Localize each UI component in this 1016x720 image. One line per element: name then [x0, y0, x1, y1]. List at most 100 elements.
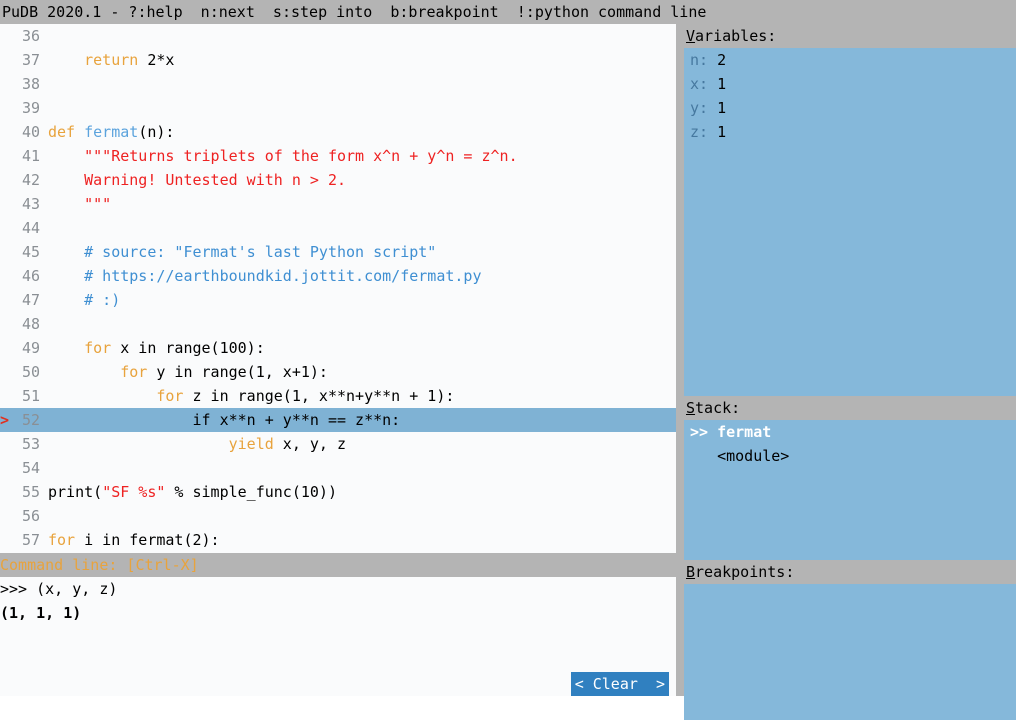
code-line[interactable]: 40 def fermat(n): — [0, 120, 676, 144]
code-text: print("SF %s" % simple_func(10)) — [40, 480, 337, 504]
stack-frame[interactable]: <module> — [684, 444, 1016, 468]
variable-name: n: — [690, 51, 709, 69]
code-line[interactable]: 57 for i in fermat(2): — [0, 528, 676, 552]
line-number: 56 — [21, 507, 40, 525]
line-number: 49 — [21, 339, 40, 357]
code-line[interactable]: 46 # https://earthboundkid.jottit.com/fe… — [0, 264, 676, 288]
stack-frame-marker-icon — [690, 447, 717, 465]
code-line[interactable]: 38 — [0, 72, 676, 96]
code-token-kw: yield — [228, 435, 274, 453]
variables-section-header: Variables: — [684, 24, 1016, 48]
line-number: 54 — [21, 459, 40, 477]
code-line[interactable]: 37 return 2*x — [0, 48, 676, 72]
stack-header-label: tack: — [695, 399, 741, 417]
code-line[interactable]: 51 for z in range(1, x**n+y**n + 1): — [0, 384, 676, 408]
code-token-plain: 2*x — [138, 51, 175, 69]
gutter-spacer — [0, 192, 14, 216]
code-line[interactable]: 36 — [0, 24, 676, 48]
stack-frame-label: fermat — [717, 423, 772, 441]
breakpoints-list[interactable] — [684, 584, 1016, 720]
gutter-spacer — [0, 72, 14, 96]
gutter-spacer — [0, 48, 14, 72]
code-text: yield x, y, z — [40, 432, 346, 456]
line-number: 40 — [21, 123, 40, 141]
code-token-comment: # source: "Fermat's last Python script" — [84, 243, 437, 261]
gutter-spacer — [0, 144, 14, 168]
stack-list[interactable]: >> fermat <module> — [684, 420, 1016, 560]
title-bar: PuDB 2020.1 - ?:help n:next s:step into … — [0, 0, 1016, 24]
code-line[interactable]: 54 — [0, 456, 676, 480]
panel-divider — [676, 24, 684, 696]
code-line[interactable]: 44 — [0, 216, 676, 240]
breakpoints-header-label: reakpoints: — [695, 563, 795, 581]
variable-name: y: — [690, 99, 709, 117]
line-number: 39 — [21, 99, 40, 117]
code-text: for y in range(1, x+1): — [40, 360, 328, 384]
gutter-spacer — [0, 456, 14, 480]
code-line[interactable]: 55 print("SF %s" % simple_func(10)) — [0, 480, 676, 504]
code-line[interactable]: 48 — [0, 312, 676, 336]
variable-row[interactable]: n: 2 — [684, 48, 1016, 72]
line-number: 53 — [21, 435, 40, 453]
code-text: if x**n + y**n == z**n: — [40, 408, 400, 432]
code-token-kw: return — [84, 51, 139, 69]
variable-row[interactable]: x: 1 — [684, 72, 1016, 96]
code-line[interactable]: 56 — [0, 504, 676, 528]
line-number: 43 — [21, 195, 40, 213]
code-line[interactable]: 42 Warning! Untested with n > 2. — [0, 168, 676, 192]
clear-button[interactable]: < Clear > — [570, 672, 669, 696]
gutter-spacer — [0, 504, 14, 528]
left-column: 36 37 return 2*x 38 39 40 def fermat(n): … — [0, 24, 676, 696]
code-token-plain: % simple_func(10)) — [165, 483, 337, 501]
code-text: # :) — [40, 288, 120, 312]
code-token-kw: for — [48, 531, 76, 549]
code-token-str: "SF %s" — [102, 483, 166, 501]
code-text: for i in fermat(2): — [40, 528, 220, 552]
variables-list[interactable]: n: 2 x: 1 y: 1 z: 1 — [684, 48, 1016, 396]
code-text: Warning! Untested with n > 2. — [40, 168, 346, 192]
code-line[interactable]: 49 for x in range(100): — [0, 336, 676, 360]
variable-row[interactable]: z: 1 — [684, 120, 1016, 144]
code-token-comment: # :) — [84, 291, 121, 309]
line-number: 42 — [21, 171, 40, 189]
code-token-plain: x in range(100): — [111, 339, 265, 357]
code-line-current[interactable]: >52 if x**n + y**n == z**n: — [0, 408, 676, 432]
code-line[interactable]: 41 """Returns triplets of the form x^n +… — [0, 144, 676, 168]
variable-name: z: — [690, 123, 709, 141]
command-line-panel[interactable]: >>> (x, y, z)(1, 1, 1) >>> < Clear > — [0, 577, 676, 696]
line-number: 46 — [21, 267, 40, 285]
sidebar: Variables: n: 2 x: 1 y: 1 z: 1 Stack: >> fe… — [684, 24, 1016, 720]
code-token-plain: z in range(1, x**n+y**n + 1): — [183, 387, 455, 405]
gutter-spacer — [0, 480, 14, 504]
line-number: 44 — [21, 219, 40, 237]
code-line[interactable]: 47 # :) — [0, 288, 676, 312]
code-line[interactable]: 50 for y in range(1, x+1): — [0, 360, 676, 384]
code-text: for x in range(100): — [40, 336, 265, 360]
variable-row[interactable]: y: 1 — [684, 96, 1016, 120]
stack-hotkey: S — [686, 399, 696, 417]
command-result: (1, 1, 1) — [0, 604, 82, 622]
code-text: """ — [40, 192, 111, 216]
source-code-panel[interactable]: 36 37 return 2*x 38 39 40 def fermat(n): … — [0, 24, 676, 553]
stack-frame-current[interactable]: >> fermat — [684, 420, 1016, 444]
code-token-kw: for — [84, 339, 112, 357]
code-token-plain: x, y, z — [273, 435, 347, 453]
code-token-str: """ — [84, 195, 112, 213]
line-number: 48 — [21, 315, 40, 333]
gutter-spacer — [0, 216, 14, 240]
code-line[interactable]: 45 # source: "Fermat's last Python scrip… — [0, 240, 676, 264]
code-line[interactable]: 43 """ — [0, 192, 676, 216]
code-text: def fermat(n): — [40, 120, 174, 144]
code-text: # https://earthboundkid.jottit.com/ferma… — [40, 264, 481, 288]
code-line[interactable]: 53 yield x, y, z — [0, 432, 676, 456]
code-line[interactable]: 39 — [0, 96, 676, 120]
line-number: 38 — [21, 75, 40, 93]
